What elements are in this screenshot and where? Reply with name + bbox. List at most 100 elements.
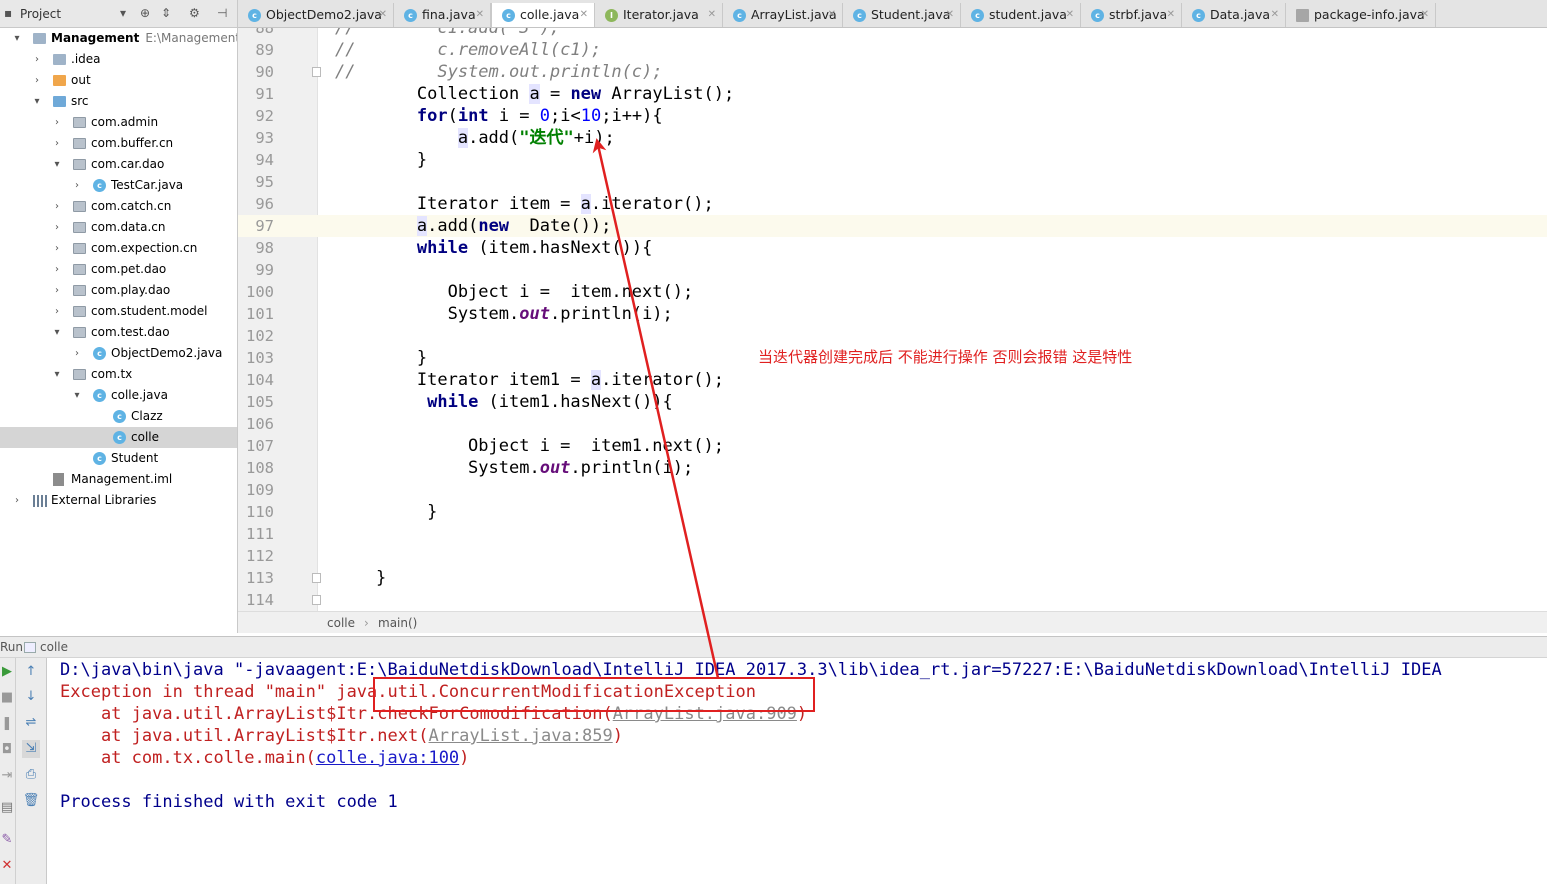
close-icon[interactable]: ✕ [946,3,954,27]
tree-item[interactable]: › .idea [0,49,237,70]
editor-tab[interactable]: package-info.java ✕ [1286,3,1436,27]
close-icon[interactable]: ✕ [476,3,484,27]
code-line[interactable]: 110 } [238,501,1547,523]
breadcrumb-method[interactable]: main() [378,612,417,634]
chevron-right-icon[interactable]: › [52,133,62,154]
tree-item[interactable]: › com.play.dao [0,280,237,301]
close-icon[interactable]: ✕ [1066,3,1074,27]
line-number[interactable]: 91 [238,83,274,105]
stacktrace-link[interactable]: colle.java:100 [316,748,459,768]
chevron-right-icon[interactable]: › [12,490,22,511]
line-number[interactable]: 103 [238,347,274,369]
tree-item[interactable]: › com.admin [0,112,237,133]
line-number[interactable]: 106 [238,413,274,435]
tree-item[interactable]: › com.expection.cn [0,238,237,259]
close-icon[interactable]: ✕ [580,3,588,27]
line-number[interactable]: 107 [238,435,274,457]
line-number[interactable]: 99 [238,259,274,281]
chevron-down-icon[interactable]: ▾ [120,6,126,20]
close-icon[interactable]: ✕ [1421,3,1429,27]
code-line[interactable]: 92 for(int i = 0;i<10;i++){ [238,105,1547,127]
code-line[interactable]: 111 [238,523,1547,545]
stacktrace-link[interactable]: ArrayList.java:859 [428,726,612,746]
tree-item[interactable]: c Student [0,448,237,469]
rerun-icon[interactable]: ▶ [0,663,16,681]
collapse-icon[interactable]: ⇕ [161,6,171,20]
code-editor[interactable]: 88// c1.add("3"); 89// c.removeAll(c1); 90… [238,28,1547,611]
chevron-down-icon[interactable]: ▾ [12,28,22,49]
tree-item[interactable]: › out [0,70,237,91]
target-icon[interactable]: ⊕ [140,6,150,20]
chevron-right-icon[interactable]: › [52,196,62,217]
line-number[interactable]: 98 [238,237,274,259]
chevron-right-icon[interactable]: › [32,49,42,70]
code-line[interactable]: 112 [238,545,1547,567]
tree-item[interactable]: ▾ src [0,91,237,112]
editor-tab[interactable]: c student.java ✕ [961,3,1081,27]
exit-icon[interactable]: ⇥ [0,767,16,785]
line-number[interactable]: 102 [238,325,274,347]
code-line[interactable]: 108 System.out.println(i); [238,457,1547,479]
close-icon[interactable]: ✕ [1167,3,1175,27]
tree-item[interactable]: Management.iml [0,469,237,490]
editor-tab[interactable]: c fina.java ✕ [394,3,491,27]
camera-icon[interactable]: ◘ [0,741,16,759]
line-number[interactable]: 96 [238,193,274,215]
line-number[interactable]: 95 [238,171,274,193]
chevron-right-icon[interactable]: › [72,343,82,364]
tree-item[interactable]: ▾ c colle.java [0,385,237,406]
run-config-name[interactable]: colle [40,637,68,658]
gear-icon[interactable]: ⚙ [189,6,200,20]
tree-item[interactable]: › com.student.model [0,301,237,322]
line-number[interactable]: 93 [238,127,274,149]
tree-item[interactable]: › c ObjectDemo2.java [0,343,237,364]
code-line[interactable]: 89 // c.removeAll(c1); [238,39,1547,61]
stop-icon[interactable]: ■ [0,689,16,707]
tree-item[interactable]: › com.pet.dao [0,259,237,280]
code-line[interactable]: 96 Iterator item = a.iterator(); [238,193,1547,215]
code-line[interactable]: 94 } [238,149,1547,171]
pin-icon[interactable]: ✎ [0,831,16,849]
tree-item[interactable]: › External Libraries [0,490,237,511]
close-icon[interactable]: ✕ [0,857,16,875]
console-output[interactable]: D:\java\bin\java "-javaagent:E:\BaiduNet… [47,658,1547,884]
code-line[interactable]: 93 a.add("迭代"+i); [238,127,1547,149]
breadcrumb-class[interactable]: colle [327,612,355,634]
chevron-right-icon[interactable]: › [52,217,62,238]
code-line[interactable]: 114 [238,589,1547,611]
editor-tab[interactable]: c strbf.java ✕ [1081,3,1182,27]
chevron-right-icon[interactable]: › [52,259,62,280]
line-number[interactable]: 110 [238,501,274,523]
line-number[interactable]: 97 [238,215,274,237]
soft-wrap-icon[interactable]: ⇌ [22,714,40,732]
close-icon[interactable]: ✕ [708,3,716,27]
tree-item[interactable]: c Clazz [0,406,237,427]
chevron-down-icon[interactable]: ▾ [52,322,62,343]
editor-tab[interactable]: c Data.java ✕ [1182,3,1286,27]
fold-marker-icon[interactable] [312,573,321,583]
line-number[interactable]: 113 [238,567,274,589]
tree-item[interactable]: ▾ Management E:\Management [0,28,237,49]
fold-marker-icon[interactable] [312,595,321,605]
tree-item[interactable]: › com.buffer.cn [0,133,237,154]
run-panel-label[interactable]: Run [0,637,23,658]
close-icon[interactable]: ✕ [379,3,387,27]
line-number[interactable]: 104 [238,369,274,391]
layout-icon[interactable]: ▤ [0,799,16,817]
line-number[interactable]: 108 [238,457,274,479]
arrow-down-icon[interactable]: ↓ [22,688,40,706]
chevron-right-icon[interactable]: › [52,238,62,259]
line-number[interactable]: 114 [238,589,274,611]
code-line[interactable]: 109 [238,479,1547,501]
code-line[interactable]: 95 [238,171,1547,193]
line-number[interactable]: 111 [238,523,274,545]
editor-tab[interactable]: c ObjectDemo2.java ✕ [238,3,394,27]
code-line[interactable]: 105 while (item1.hasNext()){ [238,391,1547,413]
close-icon[interactable]: ✕ [828,3,836,27]
code-line[interactable]: 88 // c1.add("3"); [238,28,1547,39]
code-line[interactable]: 106 [238,413,1547,435]
code-line[interactable]: 113 } [238,567,1547,589]
chevron-down-icon[interactable]: ▾ [52,364,62,385]
print-icon[interactable]: ⎙ [22,766,40,784]
line-number[interactable]: 101 [238,303,274,325]
